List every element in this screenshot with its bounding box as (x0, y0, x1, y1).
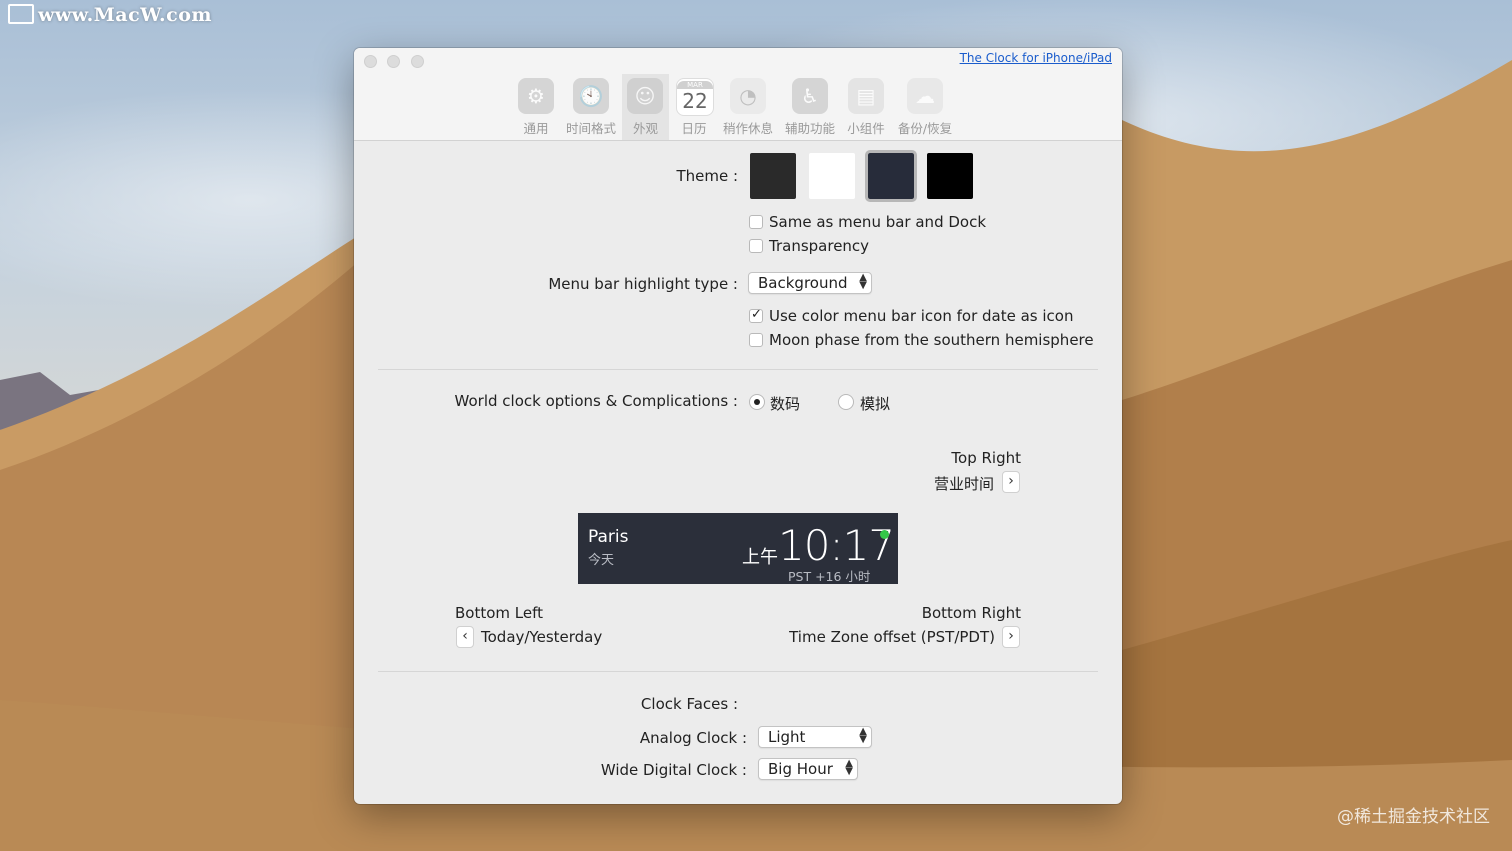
analog-clock-popup[interactable]: Light ▲ ▼ (758, 726, 872, 748)
bottom-right-title: Bottom Right (921, 604, 1021, 622)
tab-calendar[interactable]: MAR 22 日历 (670, 74, 718, 140)
chevron-right-icon: › (1008, 628, 1014, 644)
minimize-button[interactable] (387, 55, 400, 68)
tab-backup[interactable]: ☁ 备份/恢复 (894, 74, 956, 140)
tab-accessibility[interactable]: ♿ 辅助功能 (780, 74, 840, 140)
digital-radio[interactable] (749, 394, 765, 410)
highlight-type-value: Background (758, 274, 848, 292)
iphone-ipad-link[interactable]: The Clock for iPhone/iPad (960, 51, 1112, 65)
theme-label: Theme : (676, 167, 738, 185)
gear-icon: ⚙ (518, 78, 554, 114)
digital-radio-label: 数码 (770, 395, 801, 413)
titlebar: The Clock for iPhone/iPad ⚙ 通用 🕙 时间格式 ☺ … (354, 48, 1122, 141)
appearance-pane: Theme : Same as menu bar and Dock Transp… (354, 141, 1122, 804)
moon-phase-checkbox[interactable] (749, 333, 763, 347)
tab-appearance[interactable]: ☺ 外观 (622, 74, 669, 140)
top-right-next-button[interactable]: › (1002, 471, 1020, 493)
updown-icon: ▲ ▼ (845, 758, 853, 777)
color-icon-checkbox[interactable] (749, 307, 763, 323)
world-clock-preview: Paris 今天 上午 10:17 PST +16 小时 (578, 513, 898, 584)
preferences-toolbar: ⚙ 通用 🕙 时间格式 ☺ 外观 MAR 22 日历 ◔ 稍作休息 ♿ 辅助功能… (354, 74, 1122, 140)
close-button[interactable] (364, 55, 377, 68)
monitor-icon (8, 4, 34, 24)
tab-break[interactable]: ◔ 稍作休息 (718, 74, 778, 140)
calendar-month: MAR (677, 81, 713, 89)
same-as-menubar-label: Same as menu bar and Dock (769, 213, 987, 231)
analog-clock-label: Analog Clock : (639, 729, 747, 747)
tab-label: 小组件 (847, 121, 885, 136)
bottom-left-prev-button[interactable]: ‹ (456, 626, 474, 648)
tab-label: 时间格式 (565, 121, 616, 136)
accessibility-icon: ♿ (792, 78, 828, 114)
top-right-title: Top Right (951, 449, 1021, 467)
tab-widgets[interactable]: ▤ 小组件 (842, 74, 890, 140)
separator (378, 671, 1098, 672)
widget-icon: ▤ (848, 78, 884, 114)
theme-swatch-navy[interactable] (865, 150, 917, 202)
separator (378, 369, 1098, 370)
chevron-right-icon: › (1008, 473, 1014, 489)
analog-radio[interactable] (838, 394, 854, 410)
highlight-type-popup[interactable]: Background ▲ ▼ (748, 272, 872, 294)
tab-label: 稍作休息 (722, 121, 773, 136)
color-icon-label: Use color menu bar icon for date as icon (769, 307, 1074, 325)
pie-timer-icon: ◔ (730, 78, 766, 114)
tab-label: 外观 (632, 121, 658, 136)
tab-label: 日历 (681, 121, 707, 136)
wide-digital-clock-value: Big Hour (768, 760, 833, 778)
preferences-window: The Clock for iPhone/iPad ⚙ 通用 🕙 时间格式 ☺ … (354, 48, 1122, 804)
zoom-button[interactable] (411, 55, 424, 68)
theme-swatch-white[interactable] (809, 153, 855, 199)
analog-clock-value: Light (768, 728, 806, 746)
mask-icon: ☺ (627, 78, 663, 114)
preview-day: 今天 (588, 553, 615, 568)
analog-radio-label: 模拟 (860, 395, 891, 413)
bottom-left-value: Today/Yesterday (481, 628, 603, 646)
tab-label: 辅助功能 (784, 121, 835, 136)
bottom-right-value: Time Zone offset (PST/PDT) (789, 628, 995, 646)
preview-time: 10:17 (778, 521, 895, 570)
clock-faces-label: Clock Faces : (640, 695, 738, 713)
tab-general[interactable]: ⚙ 通用 (512, 74, 560, 140)
updown-icon: ▲ ▼ (859, 272, 867, 291)
tab-label: 通用 (523, 121, 549, 136)
chevron-left-icon: ‹ (462, 628, 468, 644)
watermark: www.MacW.com (8, 4, 212, 26)
preview-city: Paris (588, 527, 629, 547)
tab-label: 备份/恢复 (897, 121, 953, 136)
transparency-label: Transparency (769, 237, 870, 255)
moon-phase-label: Moon phase from the southern hemisphere (769, 331, 1094, 349)
preview-status-dot (880, 530, 889, 539)
calendar-day: 22 (682, 89, 708, 113)
transparency-checkbox[interactable] (749, 239, 763, 253)
wide-digital-clock-label: Wide Digital Clock : (600, 761, 747, 779)
calendar-icon: MAR 22 (676, 78, 714, 116)
top-right-value: 营业时间 (933, 475, 994, 493)
credit-text: @稀土掘金技术社区 (1337, 807, 1490, 827)
wide-digital-clock-popup[interactable]: Big Hour ▲ ▼ (758, 758, 858, 780)
theme-swatch-black[interactable] (927, 153, 973, 199)
updown-icon: ▲ ▼ (859, 726, 867, 745)
tab-time-format[interactable]: 🕙 时间格式 (562, 74, 620, 140)
preview-offset: PST +16 小时 (788, 569, 871, 584)
bottom-left-title: Bottom Left (455, 604, 544, 622)
cloud-icon: ☁ (907, 78, 943, 114)
bottom-right-next-button[interactable]: › (1002, 626, 1020, 648)
watermark-text: www.MacW.com (38, 4, 213, 26)
preview-ampm: 上午 (742, 547, 778, 568)
theme-swatch-dark[interactable] (750, 153, 796, 199)
same-as-menubar-checkbox[interactable] (749, 215, 763, 229)
clock-icon: 🕙 (573, 78, 609, 114)
highlight-type-label: Menu bar highlight type : (548, 275, 738, 293)
world-clock-label: World clock options & Complications : (454, 392, 738, 410)
